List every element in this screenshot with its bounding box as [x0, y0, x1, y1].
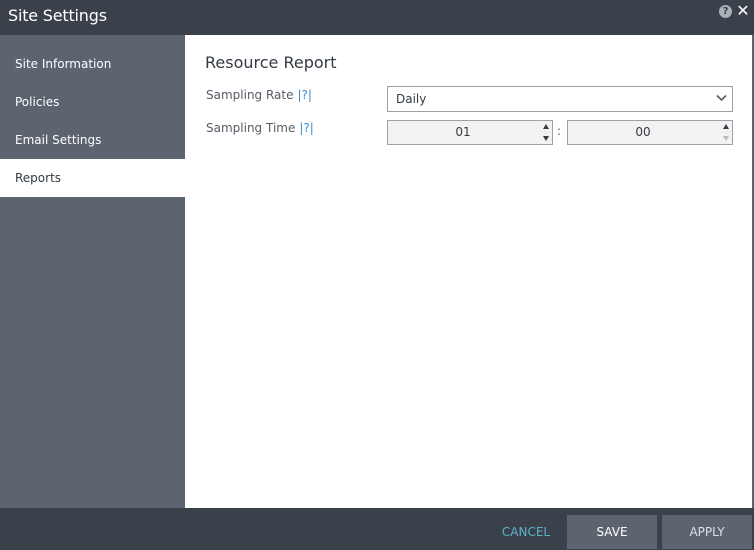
sampling-time-minutes-stepper[interactable]: 00	[567, 120, 733, 145]
spin-up-icon[interactable]	[720, 121, 731, 132]
sampling-rate-label: Sampling Rate |?|	[206, 88, 312, 102]
footer-bar: CANCEL SAVE APPLY	[0, 508, 754, 550]
spin-up-icon[interactable]	[540, 121, 551, 132]
sidebar-item-site-information[interactable]: Site Information	[0, 45, 185, 83]
main-content: Resource Report Sampling Rate |?| Daily S…	[185, 35, 752, 508]
section-title: Resource Report	[205, 53, 337, 72]
minutes-value: 00	[635, 125, 651, 139]
help-icon[interactable]: ?	[719, 5, 732, 18]
window-title: Site Settings	[8, 6, 107, 25]
sidebar: Site Information Policies Email Settings…	[0, 35, 185, 508]
sidebar-item-label: Policies	[15, 95, 60, 109]
sidebar-item-reports[interactable]: Reports	[0, 159, 185, 197]
chevron-down-icon	[716, 94, 727, 102]
sampling-time-label-text: Sampling Time	[206, 121, 296, 135]
sidebar-item-policies[interactable]: Policies	[0, 83, 185, 121]
sampling-time-hours-stepper[interactable]: 01	[387, 120, 553, 145]
sampling-rate-help-link[interactable]: |?|	[298, 88, 312, 102]
close-icon[interactable]: ✕	[736, 3, 750, 19]
sampling-rate-value: Daily	[396, 92, 427, 106]
sidebar-item-email-settings[interactable]: Email Settings	[0, 121, 185, 159]
apply-button[interactable]: APPLY	[662, 515, 752, 549]
sampling-time-help-link[interactable]: |?|	[299, 121, 313, 135]
cancel-button[interactable]: CANCEL	[492, 515, 560, 549]
save-button[interactable]: SAVE	[567, 515, 657, 549]
sampling-rate-label-text: Sampling Rate	[206, 88, 294, 102]
spin-down-icon[interactable]	[720, 133, 731, 144]
time-separator: :	[557, 124, 562, 138]
hours-value: 01	[455, 125, 471, 139]
sampling-time-label: Sampling Time |?|	[206, 121, 314, 135]
sidebar-item-label: Reports	[15, 171, 62, 185]
sidebar-item-label: Site Information	[15, 57, 112, 71]
spin-down-icon[interactable]	[540, 133, 551, 144]
sidebar-item-label: Email Settings	[15, 133, 102, 147]
sampling-rate-select[interactable]: Daily	[387, 86, 733, 112]
title-bar: Site Settings ? ✕	[0, 0, 754, 35]
